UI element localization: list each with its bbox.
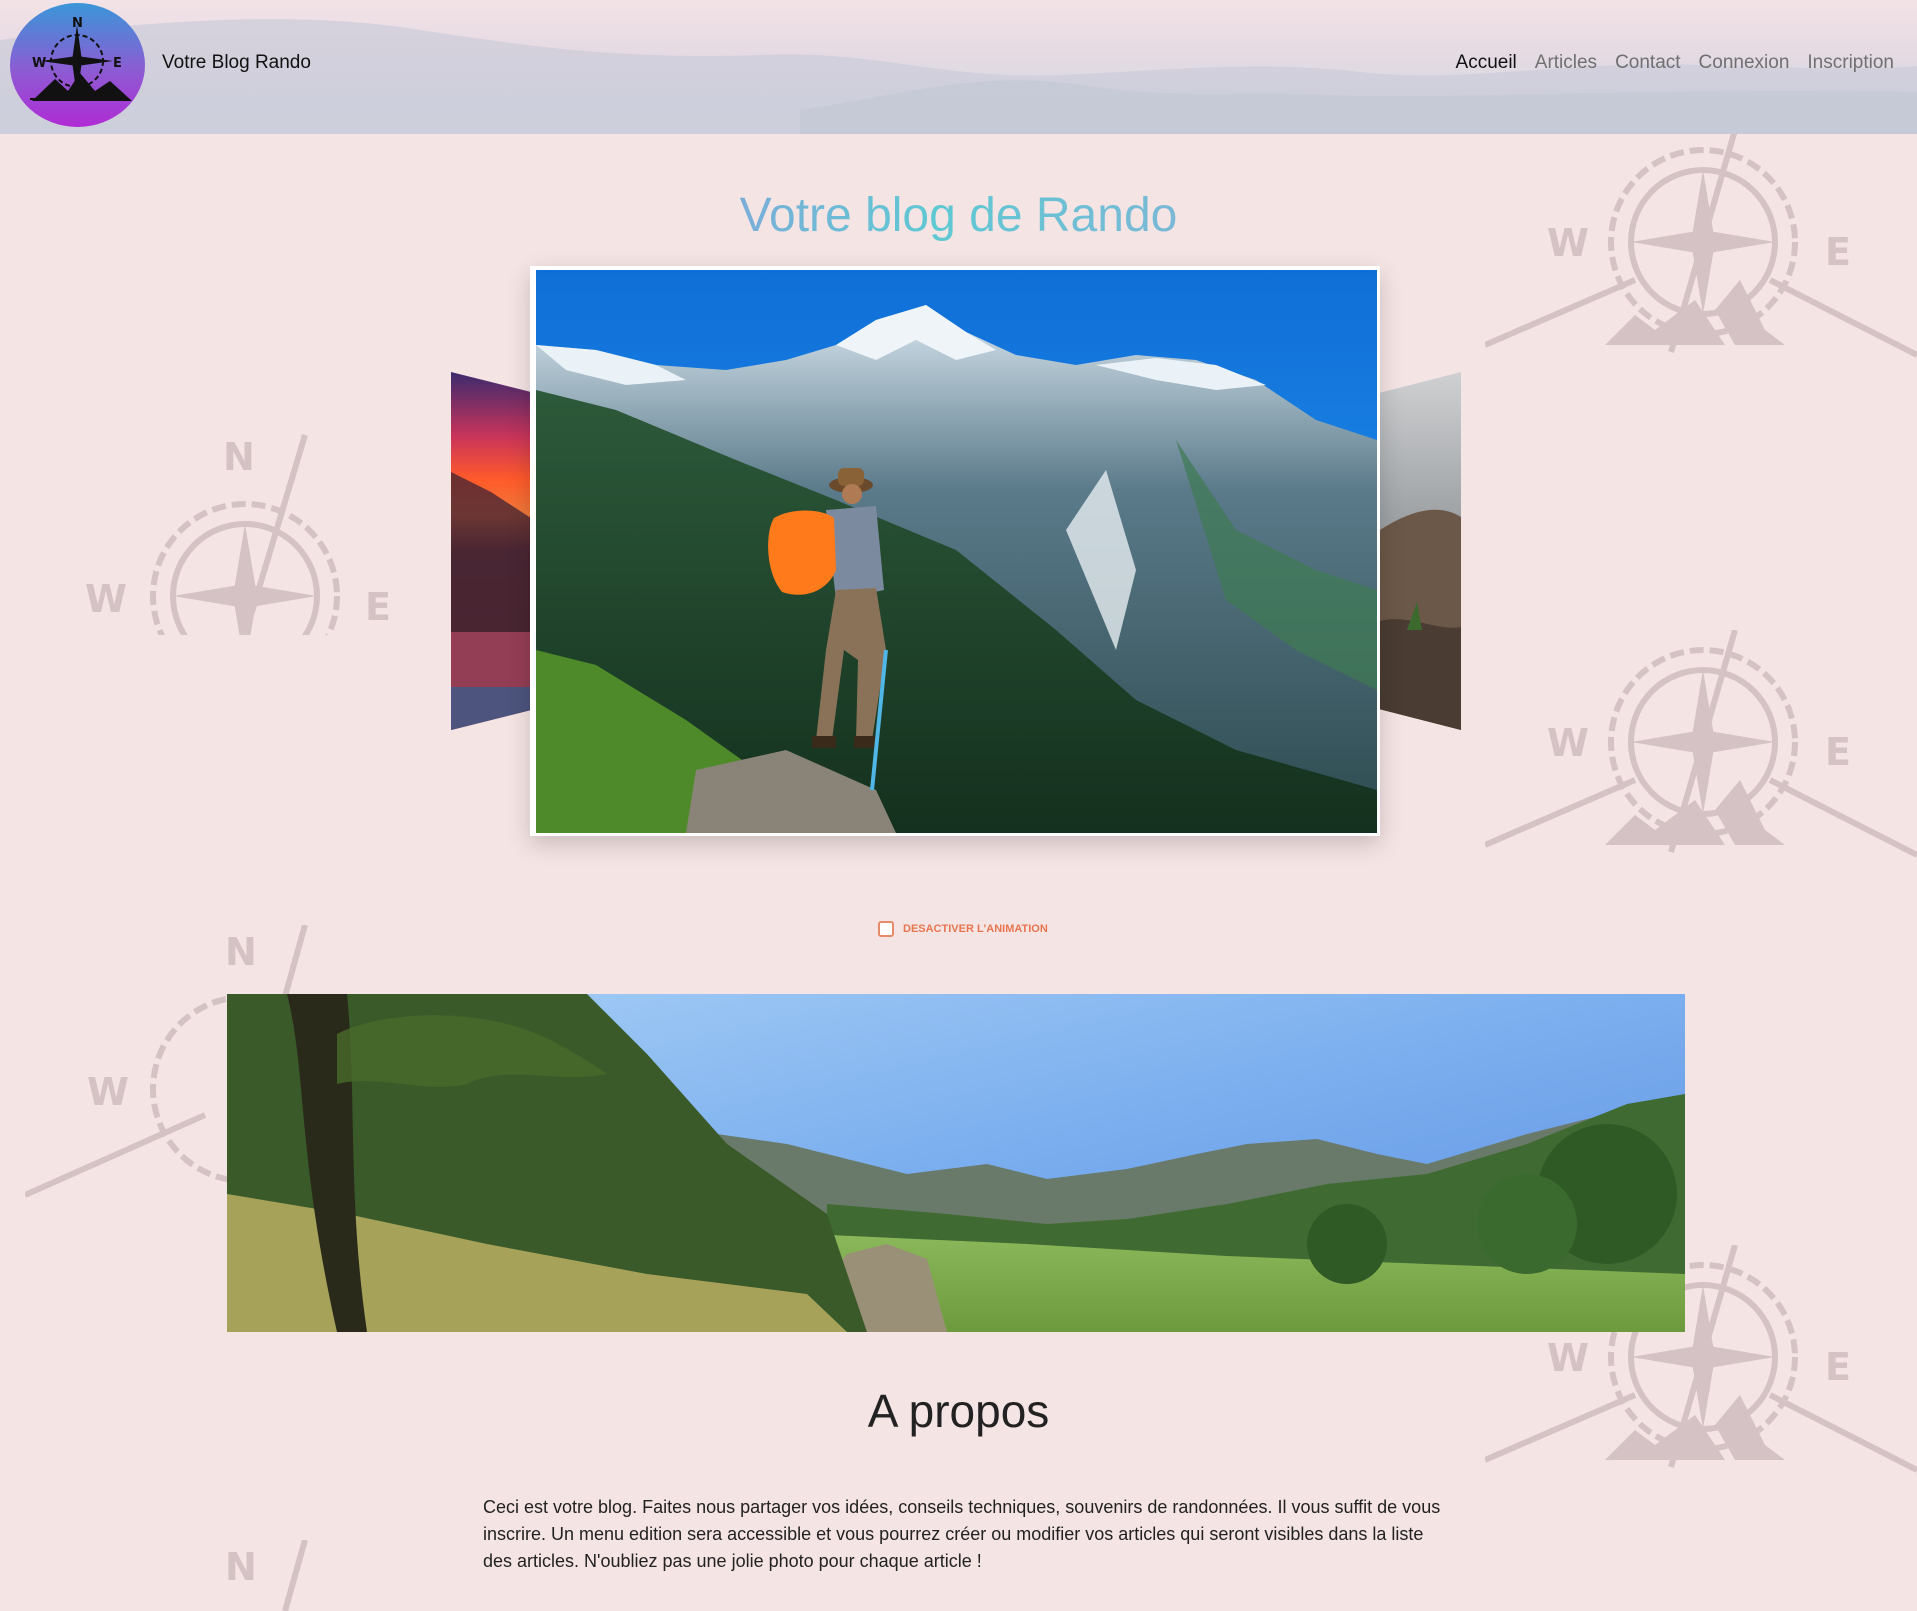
nav-link-contact[interactable]: Contact (1615, 52, 1680, 74)
about-text: Ceci est votre blog. Faites nous partage… (483, 1497, 1441, 1571)
nav-link-connexion[interactable]: Connexion (1699, 52, 1790, 74)
hiker-mountain-photo (536, 270, 1377, 833)
svg-text:N: N (225, 1545, 257, 1589)
disable-animation-label[interactable]: DESACTIVER L'ANIMATION (903, 923, 1048, 935)
carousel-slide-previous[interactable] (451, 372, 537, 730)
checkbox-icon[interactable] (878, 921, 894, 937)
nav-link-inscription[interactable]: Inscription (1807, 52, 1894, 74)
panorama-photo (227, 994, 1685, 1332)
compass-rose-logo-icon[interactable]: N W E (10, 3, 145, 127)
svg-text:E: E (113, 56, 122, 71)
svg-text:E: E (1825, 1345, 1851, 1389)
svg-text:N: N (72, 16, 83, 31)
nav-link-articles[interactable]: Articles (1535, 52, 1597, 74)
site-header: N W E Votre Blog Rando Accueil Articles … (0, 0, 1917, 134)
image-carousel (0, 0, 1917, 900)
carousel-slide-active[interactable] (530, 266, 1380, 836)
nav-link-accueil[interactable]: Accueil (1456, 52, 1517, 74)
svg-text:W: W (32, 56, 46, 71)
disable-animation-toggle[interactable]: DESACTIVER L'ANIMATION (878, 921, 1048, 937)
svg-text:W: W (87, 1070, 129, 1114)
main-nav: Accueil Articles Contact Connexion Inscr… (1438, 52, 1894, 74)
carousel-slide-next[interactable] (1377, 372, 1461, 730)
compass-watermark-icon: N (215, 1540, 335, 1611)
site-brand[interactable]: Votre Blog Rando (162, 52, 311, 74)
about-title: A propos (867, 1385, 1050, 1437)
svg-text:W: W (1547, 1336, 1589, 1380)
svg-text:N: N (225, 930, 257, 974)
